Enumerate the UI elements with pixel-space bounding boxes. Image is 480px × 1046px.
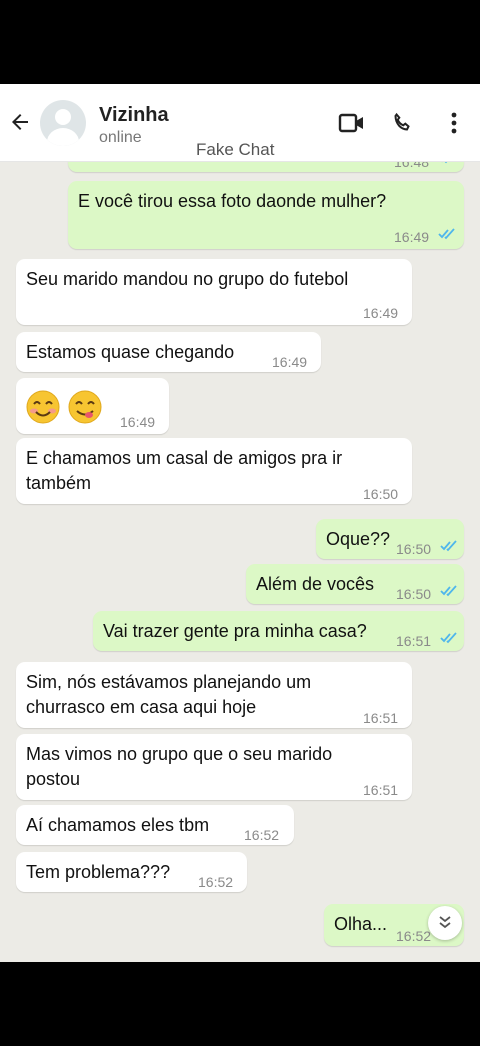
double-check-icon [440,540,457,552]
yum-face-emoji-icon [68,390,102,424]
message-text: Oque?? [326,529,391,549]
message-bubble-outgoing[interactable]: E você tirou essa foto daonde mulher? 16… [68,181,464,249]
scroll-down-icon [439,916,451,929]
message-bubble-outgoing[interactable]: Oque?? 16:50 [316,519,464,559]
message-time: 16:49 [363,305,399,321]
message-time: 16:52 [244,827,280,843]
message-bubble-incoming[interactable]: Aí chamamos eles tbm 16:52 [16,805,294,845]
message-time: 16:51 [396,633,432,649]
navigation-bar-area [0,962,480,1046]
message-text: Seu marido mandou no grupo do futebol [26,269,349,289]
message-text: Aí chamamos eles tbm [26,815,210,835]
avatar[interactable] [40,100,86,146]
message-bubble-outgoing[interactable]: Além de vocês 16:50 [246,564,464,604]
message-text: Tem problema??? [26,862,171,882]
video-call-icon[interactable] [338,112,366,134]
message-time: 16:49 [272,354,308,370]
smiling-face-emoji-icon [26,390,60,424]
message-text: Estamos quase chegando [26,342,235,362]
double-check-icon [440,632,457,644]
double-check-icon [440,585,457,597]
message-text-line: Mas vimos no grupo que o seu marido [26,744,333,764]
message-time: 16:52 [396,928,432,944]
watermark-text: Fake Chat [196,140,275,159]
message-time: 16:50 [396,541,432,557]
message-time: 16:51 [363,710,399,726]
message-bubble-incoming[interactable]: Sim, nós estávamos planejando um churras… [16,662,412,728]
message-bubble-outgoing[interactable]: 16:48 [68,162,464,172]
message-bubble-incoming[interactable]: E chamamos um casal de amigos pra ir tam… [16,438,412,504]
message-text: Além de vocês [256,574,375,594]
status-bar-area [0,0,480,84]
double-check-icon [441,162,448,164]
message-bubble-incoming[interactable]: Estamos quase chegando 16:49 [16,332,321,372]
message-text-line: postou [26,769,81,789]
message-list[interactable]: 16:48 E você tirou essa foto daonde mulh… [0,162,480,962]
back-arrow-icon[interactable] [8,110,32,134]
message-bubble-outgoing[interactable]: Vai trazer gente pra minha casa? 16:51 [93,611,464,651]
contact-status: online [99,129,142,146]
message-bubble-incoming[interactable]: 😊😋 16:49 [16,378,169,434]
message-time: 16:49 [394,229,430,245]
message-bubble-incoming[interactable]: Mas vimos no grupo que o seu marido post… [16,734,412,800]
message-text-line: também [26,473,92,493]
message-time: 16:48 [394,162,430,170]
double-check-icon [438,228,455,240]
message-time: 16:50 [396,586,432,602]
message-bubble-incoming[interactable]: Seu marido mandou no grupo do futebol 16… [16,259,412,325]
avatar-head-shape [55,109,71,125]
message-text: Olha... [334,914,388,934]
contact-name[interactable]: Vizinha [99,104,169,127]
message-time: 16:49 [120,414,156,430]
more-options-icon[interactable] [444,110,464,136]
scroll-to-bottom-button[interactable] [428,906,462,940]
message-text: Vai trazer gente pra minha casa? [103,621,367,641]
message-text-line: Sim, nós estávamos planejando um [26,672,312,692]
message-text: E você tirou essa foto daonde mulher? [78,191,387,211]
message-time: 16:50 [363,486,399,502]
message-text-line: E chamamos um casal de amigos pra ir [26,448,343,468]
message-time: 16:52 [198,874,234,890]
chat-header: Vizinha online Fake Chat [0,84,480,162]
message-text-line: churrasco em casa aqui hoje [26,697,257,717]
message-time: 16:51 [363,782,399,798]
message-bubble-incoming[interactable]: Tem problema??? 16:52 [16,852,247,892]
avatar-body-shape [47,128,79,146]
phone-icon[interactable] [390,110,414,136]
